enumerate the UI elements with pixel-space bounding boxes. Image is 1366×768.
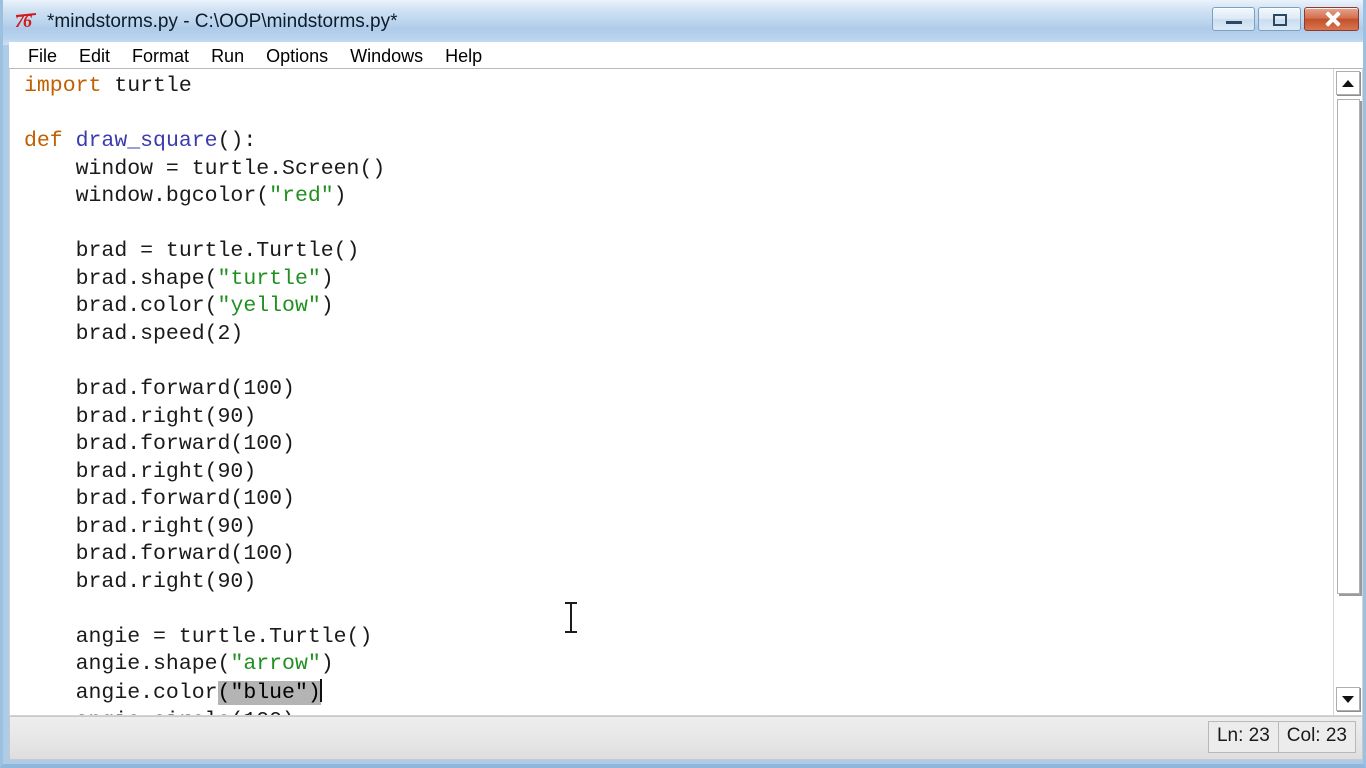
window-title: *mindstorms.py - C:\OOP\mindstorms.py* [47,11,398,32]
title-bar[interactable]: 76 *mindstorms.py - C:\OOP\mindstorms.py… [3,0,1363,45]
status-line-indicator: Ln: 23 [1207,721,1279,753]
status-column-indicator: Col: 23 [1277,721,1356,753]
menu-item-options[interactable]: Options [255,44,339,69]
maximize-button[interactable] [1258,7,1301,31]
menu-item-edit[interactable]: Edit [68,44,121,69]
scroll-down-arrow[interactable] [1336,687,1360,711]
title-bar-identity: 76 *mindstorms.py - C:\OOP\mindstorms.py… [15,7,398,37]
chevron-up-icon [1342,80,1354,87]
status-bar: Ln: 23 Col: 23 [9,716,1363,760]
code-text-area[interactable]: import turtle def draw_square(): window … [18,69,1330,715]
menu-bar: File Edit Format Run Options Windows Hel… [9,42,1363,70]
menu-item-file[interactable]: File [17,44,68,69]
minimize-icon [1226,21,1242,24]
menu-item-run[interactable]: Run [200,44,255,69]
window-controls [1212,7,1359,31]
close-icon [1324,11,1340,27]
status-bar-cells: Ln: 23 Col: 23 [1207,721,1356,753]
close-button[interactable] [1304,7,1359,31]
editor-pane: import turtle def draw_square(): window … [9,68,1363,716]
menu-item-help[interactable]: Help [434,44,493,69]
vertical-scrollbar[interactable] [1333,69,1362,715]
idle-editor-window: 76 *mindstorms.py - C:\OOP\mindstorms.py… [0,0,1366,768]
maximize-icon [1273,14,1287,26]
minimize-button[interactable] [1212,7,1255,31]
menu-item-format[interactable]: Format [121,44,200,69]
python-idle-icon: 76 [15,11,39,33]
menu-item-windows[interactable]: Windows [339,44,434,69]
scrollbar-thumb[interactable] [1337,99,1360,594]
chevron-down-icon [1342,696,1354,703]
source-code[interactable]: import turtle def draw_square(): window … [18,69,1330,715]
scroll-up-arrow[interactable] [1336,71,1360,95]
